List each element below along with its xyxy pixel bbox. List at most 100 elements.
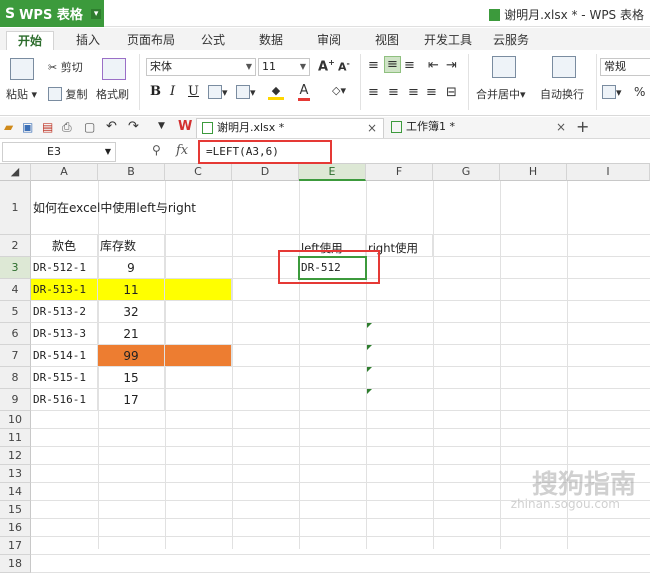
close-icon[interactable]: × [556, 118, 566, 136]
wrap-text-icon[interactable] [552, 56, 576, 78]
redo-icon[interactable]: ↷ [128, 119, 139, 134]
tab-view[interactable]: 视图 [366, 31, 408, 50]
row-header-9[interactable]: 9 [0, 389, 31, 411]
row-header-3[interactable]: 3 [0, 257, 31, 279]
align-bottom-button[interactable]: ≡ [404, 58, 415, 73]
cell-b8[interactable]: 15 [98, 367, 165, 389]
name-box[interactable]: E3 ▼ [2, 142, 116, 162]
row-header-11[interactable]: 11 [0, 429, 31, 447]
tab-developer[interactable]: 开发工具 [418, 31, 478, 50]
quick-access-chevron-down-icon[interactable]: ▼ [158, 121, 165, 131]
bold-button[interactable]: B [150, 84, 161, 99]
fill-color-button[interactable]: ◆ [268, 84, 284, 100]
cell-a4[interactable]: DR-513-1 [31, 279, 98, 301]
tab-data[interactable]: 数据 [250, 31, 292, 50]
app-menu-button[interactable]: S WPS 表格 ▾ [0, 0, 104, 27]
row-header-13[interactable]: 13 [0, 465, 31, 483]
cell-b3[interactable]: 9 [98, 257, 165, 279]
cell-a5[interactable]: DR-513-2 [31, 301, 98, 323]
indent-increase-button[interactable]: ⇥ [446, 58, 457, 73]
merge-center-button[interactable]: 合并居中▾ [476, 86, 526, 102]
wps-w-icon[interactable]: W [178, 119, 192, 134]
cell-b4[interactable]: 11 [98, 279, 165, 301]
paste-button[interactable]: 粘贴 ▾ [6, 86, 37, 102]
formula-input[interactable]: =LEFT(A3,6) [198, 140, 332, 164]
paste-icon[interactable] [10, 58, 34, 80]
cell-a6[interactable]: DR-513-3 [31, 323, 98, 345]
align-left-button[interactable]: ≡ [368, 85, 379, 100]
merge-center-icon[interactable] [492, 56, 516, 78]
tab-page-layout[interactable]: 页面布局 [120, 31, 182, 50]
cell-b2[interactable]: 库存数 [98, 235, 165, 257]
print-preview-icon[interactable]: ▢ [84, 120, 95, 134]
wrap-text-button[interactable]: 自动换行 [540, 86, 584, 102]
cell-style-button[interactable]: ▾ [236, 85, 256, 99]
percent-button[interactable]: % [634, 85, 645, 99]
print-icon[interactable]: ⎙ [62, 120, 72, 135]
doc-tab-inactive[interactable]: 工作簿1 * × [386, 118, 572, 138]
font-size-select[interactable]: 11 ▼ [258, 58, 310, 76]
row-header-4[interactable]: 4 [0, 279, 31, 301]
row-header-2[interactable]: 2 [0, 235, 31, 257]
number-format-select[interactable]: 常规 [600, 58, 650, 76]
row-header-17[interactable]: 17 [0, 537, 31, 555]
open-folder-icon[interactable]: ▰ [4, 120, 13, 134]
tab-home[interactable]: 开始 [6, 31, 54, 50]
tab-review[interactable]: 审阅 [308, 31, 350, 50]
cell-b5[interactable]: 32 [98, 301, 165, 323]
cell-a8[interactable]: DR-515-1 [31, 367, 98, 389]
close-icon[interactable]: × [367, 119, 377, 137]
row-header-6[interactable]: 6 [0, 323, 31, 345]
tab-cloud[interactable]: 云服务 [486, 31, 536, 50]
format-painter-button[interactable]: 格式刷 [96, 86, 129, 102]
cell-b6[interactable]: 21 [98, 323, 165, 345]
font-color-button[interactable]: A [298, 83, 310, 101]
select-all-corner[interactable]: ◢ [0, 164, 31, 181]
row-header-18[interactable]: 18 [0, 555, 31, 573]
indent-decrease-button[interactable]: ⇤ [428, 58, 439, 73]
cell-a3[interactable]: DR-512-1 [31, 257, 98, 279]
align-center-button[interactable]: ≡ [388, 85, 399, 100]
borders-button[interactable]: ▾ [208, 85, 228, 99]
column-header-d[interactable]: D [232, 164, 299, 181]
copy-button[interactable]: 复制 [48, 86, 88, 102]
cell-b7[interactable]: 99 [98, 345, 165, 367]
cell-a7[interactable]: DR-514-1 [31, 345, 98, 367]
row-header-10[interactable]: 10 [0, 411, 31, 429]
row-header-5[interactable]: 5 [0, 301, 31, 323]
decrease-font-size-button[interactable]: A- [338, 59, 350, 74]
distributed-align-button[interactable]: ⊟ [446, 85, 457, 100]
column-header-g[interactable]: G [433, 164, 500, 181]
column-header-a[interactable]: A [31, 164, 98, 181]
increase-font-size-button[interactable]: A+ [318, 58, 335, 74]
justify-button[interactable]: ≡ [426, 85, 437, 100]
column-header-c[interactable]: C [165, 164, 232, 181]
cell-b9[interactable]: 17 [98, 389, 165, 411]
cell-a9[interactable]: DR-516-1 [31, 389, 98, 411]
font-name-select[interactable]: 宋体 ▼ [146, 58, 256, 76]
tab-formulas[interactable]: 公式 [192, 31, 234, 50]
new-tab-plus-icon[interactable]: + [576, 117, 589, 136]
cell-c7[interactable] [165, 345, 232, 367]
cell-c4[interactable] [165, 279, 232, 301]
underline-button[interactable]: U [188, 84, 199, 99]
column-header-i[interactable]: I [567, 164, 650, 181]
doc-tab-active[interactable]: 谢明月.xlsx * × [196, 118, 384, 138]
row-header-16[interactable]: 16 [0, 519, 31, 537]
cut-button[interactable]: ✂ 剪切 [48, 59, 83, 75]
cell-a2[interactable]: 款色 [31, 235, 98, 257]
column-header-b[interactable]: B [98, 164, 165, 181]
row-header-8[interactable]: 8 [0, 367, 31, 389]
format-painter-icon[interactable] [102, 58, 126, 80]
zoom-search-icon[interactable]: ⚲ [152, 143, 161, 157]
tab-insert[interactable]: 插入 [64, 31, 112, 50]
cell-a1[interactable]: 如何在excel中使用left与right [31, 181, 299, 235]
align-middle-button[interactable]: ≡ [384, 56, 401, 73]
row-header-12[interactable]: 12 [0, 447, 31, 465]
row-header-1[interactable]: 1 [0, 181, 31, 235]
align-top-button[interactable]: ≡ [368, 58, 379, 73]
column-header-h[interactable]: H [500, 164, 567, 181]
italic-button[interactable]: I [170, 84, 175, 99]
save-icon[interactable]: ▣ [22, 120, 33, 134]
undo-icon[interactable]: ↶ [106, 119, 117, 134]
